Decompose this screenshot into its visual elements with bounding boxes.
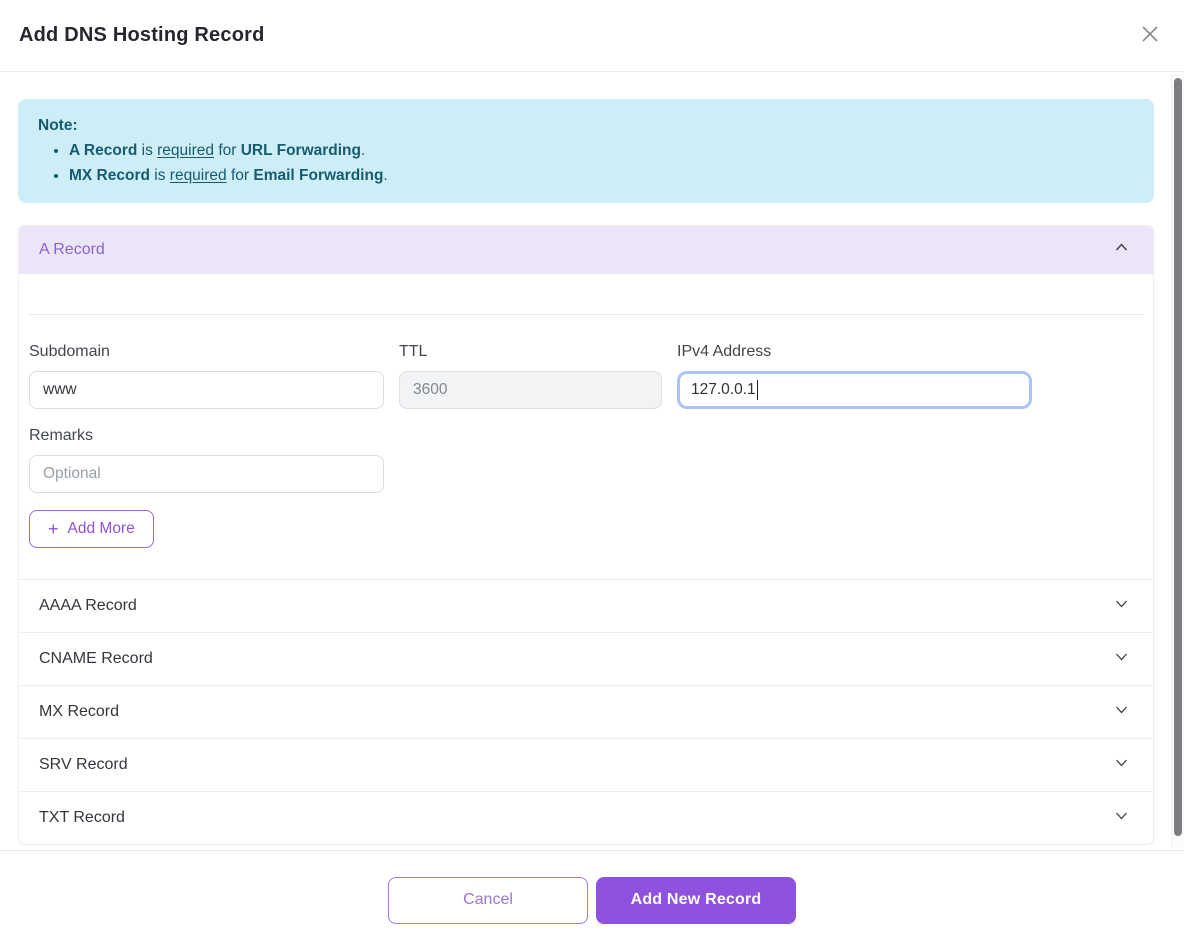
accordion-title: CNAME Record [39, 650, 153, 668]
modal-body: Note: A Record is required for URL Forwa… [0, 72, 1184, 850]
accordion-title: A Record [39, 241, 105, 259]
modal-header: Add DNS Hosting Record [0, 0, 1184, 72]
cancel-button[interactable]: Cancel [388, 877, 588, 924]
add-more-label: Add More [68, 520, 135, 538]
ttl-input [399, 371, 662, 409]
ttl-label: TTL [399, 343, 662, 361]
text-caret [757, 380, 759, 400]
add-more-button[interactable]: + Add More [29, 510, 154, 548]
chevron-down-icon [1113, 701, 1130, 723]
ipv4-address-value: 127.0.0.1 [691, 381, 756, 399]
accordion-title: MX Record [39, 703, 119, 721]
accordion-header[interactable]: AAAA Record [19, 579, 1153, 632]
chevron-down-icon [1113, 807, 1130, 829]
remarks-label: Remarks [29, 427, 384, 445]
chevron-up-icon [1113, 239, 1130, 261]
plus-icon: + [48, 520, 59, 538]
ipv4-address-label: IPv4 Address [677, 343, 1032, 361]
add-new-record-button[interactable]: Add New Record [596, 877, 796, 924]
scrollbar[interactable] [1171, 74, 1184, 848]
accordion-header-a-record[interactable]: A Record [19, 226, 1153, 274]
accordion-title: SRV Record [39, 756, 128, 774]
accordion-header[interactable]: CNAME Record [19, 632, 1153, 685]
note-item: MX Record is required for Email Forwardi… [69, 163, 1134, 188]
note-title: Note: [38, 113, 1134, 138]
accordion-collapsed-list: AAAA Record CNAME Record MX Record SRV R… [19, 579, 1153, 844]
accordion-header[interactable]: SRV Record [19, 738, 1153, 791]
remarks-input[interactable] [29, 455, 384, 493]
modal-footer: Cancel Add New Record [0, 850, 1184, 949]
a-record-panel: Subdomain TTL IPv4 Address 127.0.0.1 [19, 314, 1153, 579]
subdomain-label: Subdomain [29, 343, 384, 361]
accordion-header[interactable]: TXT Record [19, 791, 1153, 844]
modal-title: Add DNS Hosting Record [19, 24, 265, 47]
record-accordion: A Record Subdomain TTL [18, 225, 1154, 845]
chevron-down-icon [1113, 754, 1130, 776]
chevron-down-icon [1113, 595, 1130, 617]
accordion-title: AAAA Record [39, 597, 137, 615]
close-icon [1138, 22, 1162, 49]
accordion-title: TXT Record [39, 809, 125, 827]
subdomain-input[interactable] [29, 371, 384, 409]
note-item: A Record is required for URL Forwarding. [69, 138, 1134, 163]
close-button[interactable] [1138, 22, 1162, 49]
chevron-down-icon [1113, 648, 1130, 670]
note-list: A Record is required for URL Forwarding.… [38, 138, 1134, 188]
note-callout: Note: A Record is required for URL Forwa… [18, 99, 1154, 203]
ipv4-address-input[interactable]: 127.0.0.1 [677, 371, 1032, 409]
scrollbar-thumb[interactable] [1174, 78, 1182, 836]
accordion-header[interactable]: MX Record [19, 685, 1153, 738]
